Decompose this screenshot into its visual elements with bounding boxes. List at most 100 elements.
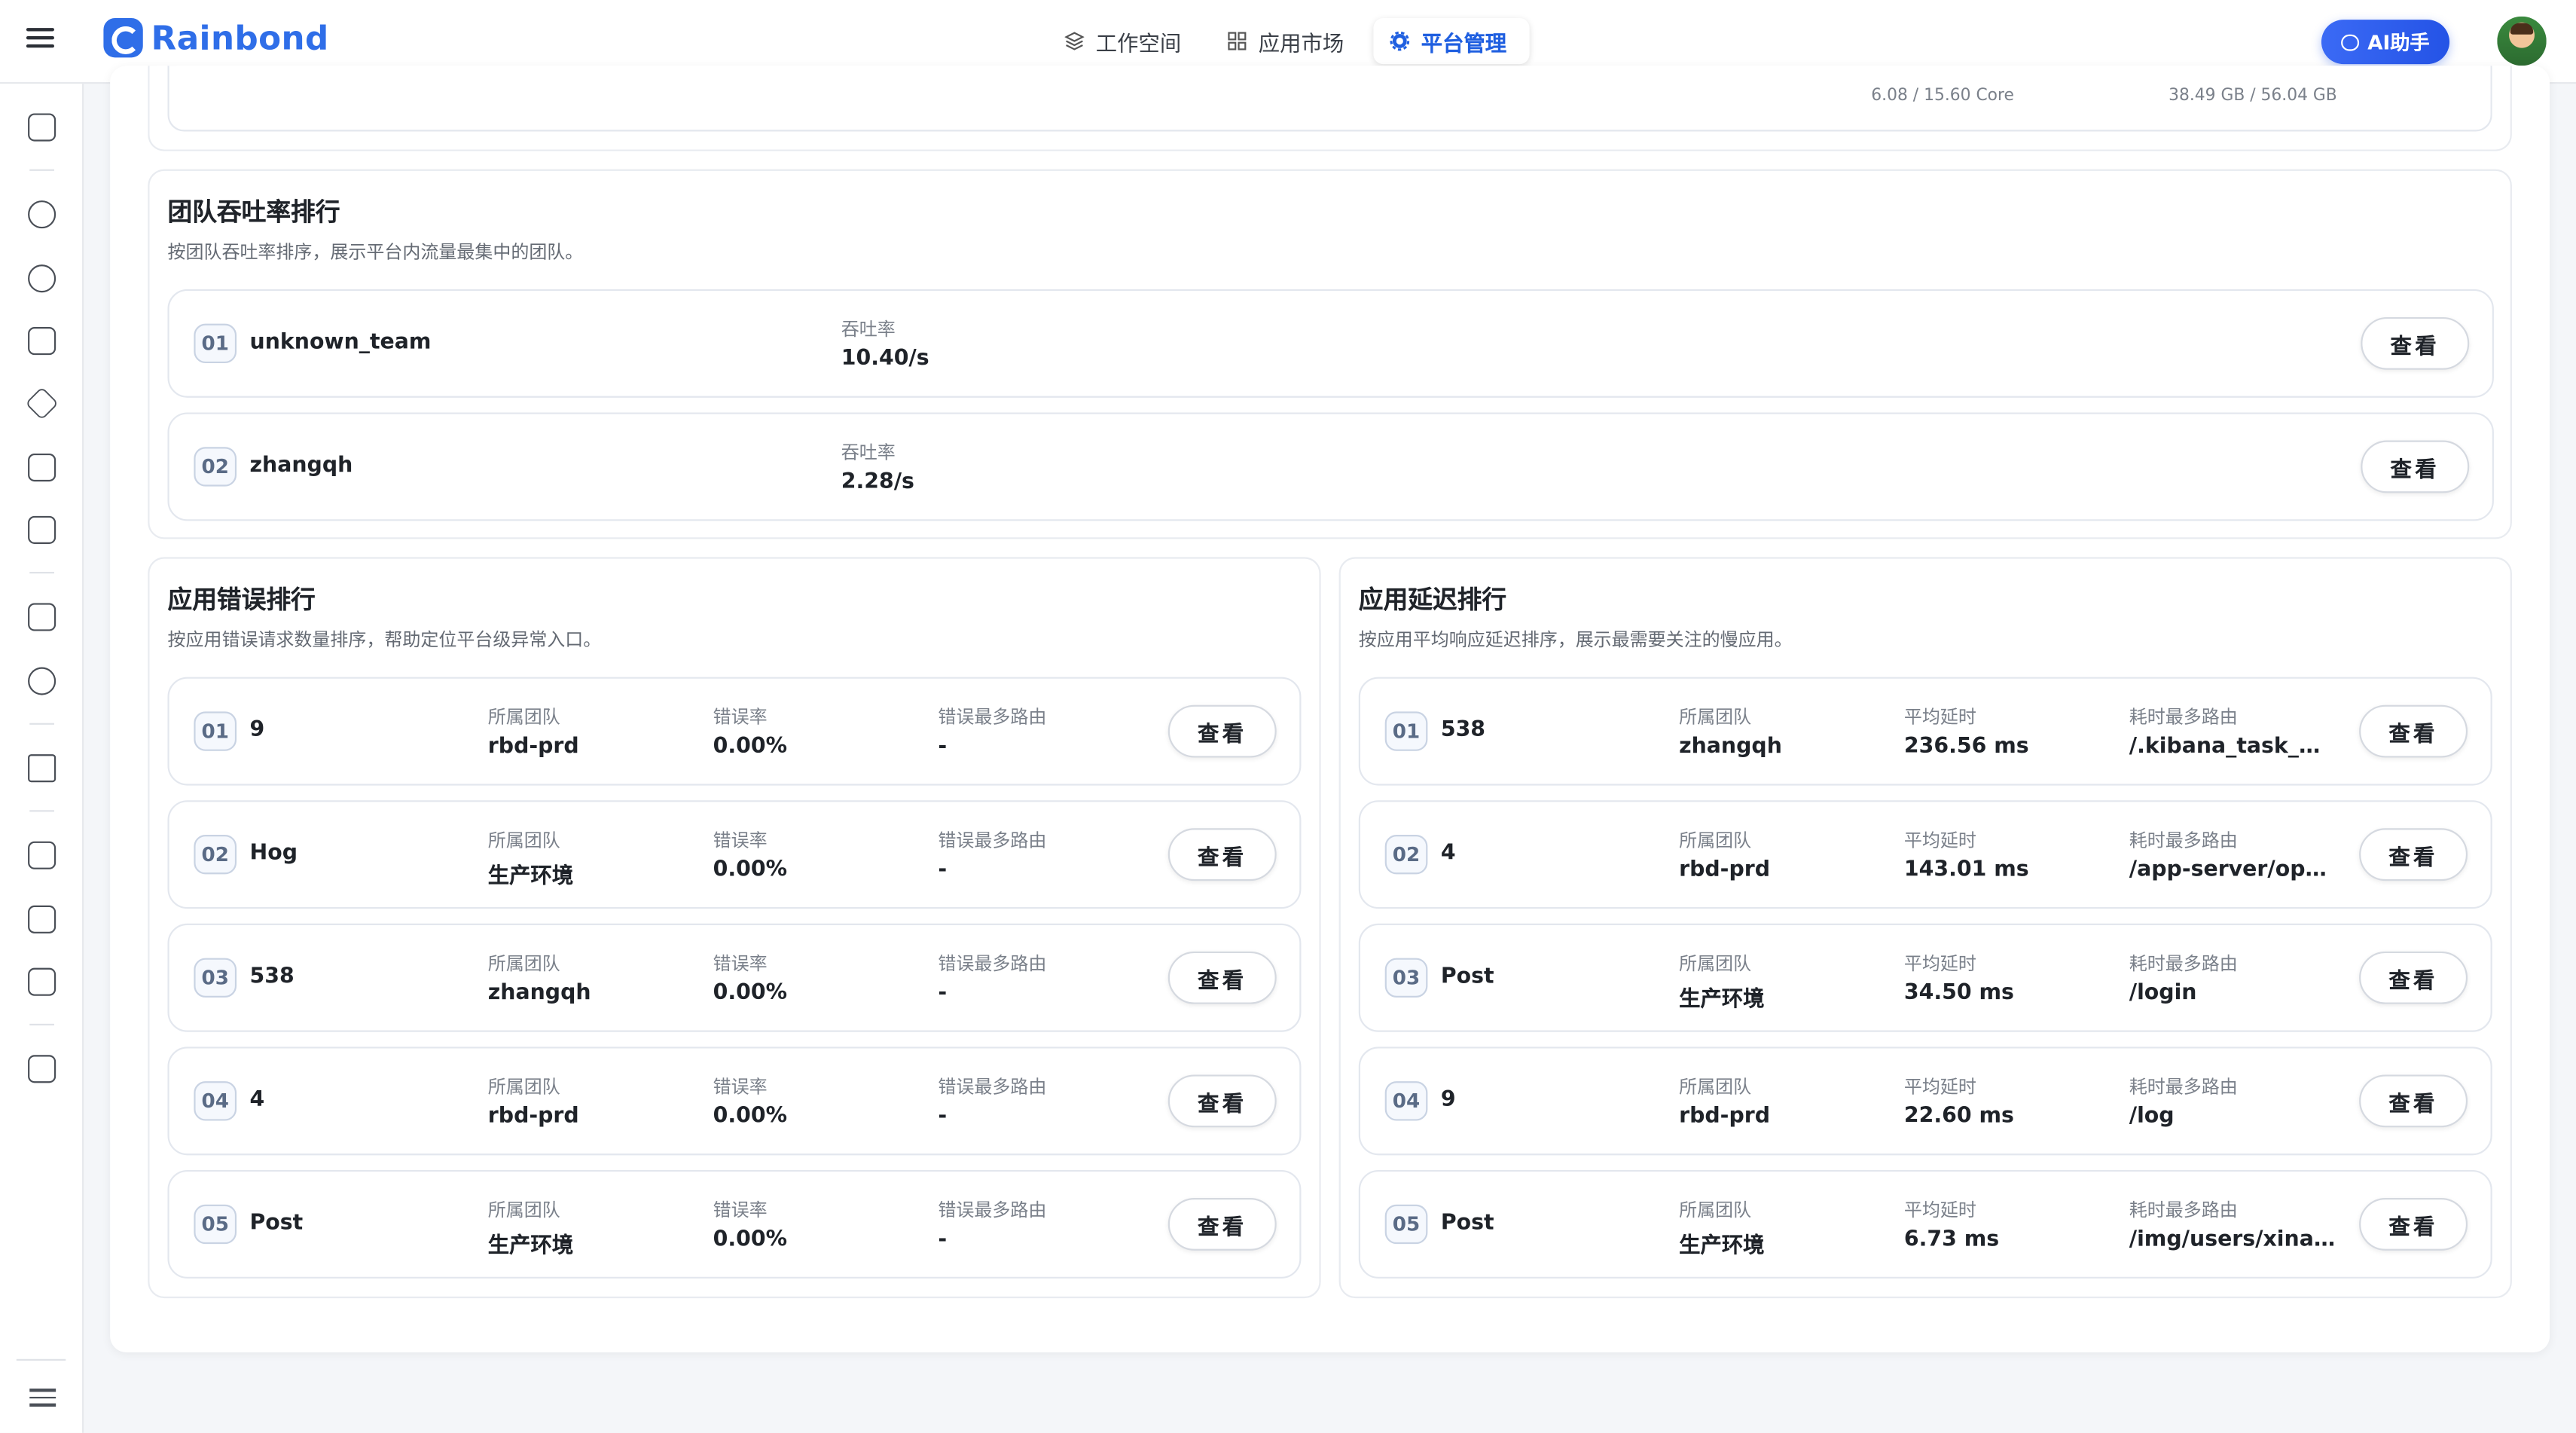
team-label: 所属团队 [487, 1199, 560, 1221]
route-label: 错误最多路由 [938, 830, 1047, 851]
settings-icon[interactable] [28, 667, 56, 695]
list-item: 01 9 所属团队 rbd-prd 错误率 0.00% 错误最多路由 - 查看 [167, 677, 1302, 786]
cpu-usage: 6.08 / 15.60 Core [1871, 87, 2014, 105]
app-name: 4 [249, 1087, 265, 1113]
layers-icon[interactable] [25, 387, 59, 420]
nav-workspace[interactable]: 工作空间 [1048, 18, 1204, 64]
alert-icon[interactable] [28, 905, 56, 933]
view-button[interactable]: 查看 [2359, 828, 2468, 881]
view-button[interactable]: 查看 [2359, 1074, 2468, 1128]
collapse-sidebar-icon[interactable] [29, 1389, 56, 1412]
view-button[interactable]: 查看 [2359, 704, 2468, 758]
rank-badge: 05 [194, 1204, 237, 1245]
latency-label: 平均延时 [1903, 1199, 1976, 1221]
monitor-icon[interactable] [28, 113, 56, 142]
app-name: 4 [1440, 841, 1456, 866]
view-button[interactable]: 查看 [2361, 316, 2470, 370]
throughput-value: 10.40/s [841, 347, 929, 371]
route-value: /img/users/xinan... [2129, 1227, 2339, 1253]
app-name: 9 [1440, 1087, 1456, 1113]
throughput-panel: 团队吞吐率排行 按团队吞吐率排序，展示平台内流量最集中的团队。 01 unkno… [148, 169, 2512, 539]
ai-assistant-button[interactable]: AI助手 [2321, 20, 2450, 65]
view-button[interactable]: 查看 [2359, 1198, 2468, 1251]
error-rate-label: 错误率 [713, 1199, 768, 1221]
route-label: 耗时最多路由 [2129, 1076, 2238, 1098]
nav-market[interactable]: 应用市场 [1211, 18, 1367, 64]
team-value: rbd-prd [487, 1104, 579, 1129]
rank-badge: 01 [194, 711, 237, 751]
user-icon[interactable] [28, 327, 56, 356]
view-button[interactable]: 查看 [1167, 1074, 1277, 1128]
list-item: 05 Post 所属团队 生产环境 平均延时 6.73 ms 耗时最多路由/img/user… [1358, 1169, 2492, 1279]
route-value: - [938, 981, 948, 1006]
latency-label: 平均延时 [1903, 953, 1976, 975]
sidebar-divider [29, 572, 54, 574]
package-icon[interactable] [28, 1055, 56, 1083]
list-icon[interactable] [28, 603, 56, 631]
team-label: 所属团队 [1679, 1076, 1752, 1098]
team-value: 生产环境 [1679, 987, 1765, 1013]
team-value: zhangqh [487, 981, 591, 1006]
avatar[interactable] [2497, 16, 2547, 66]
app-name: Post [1440, 964, 1494, 990]
rank-badge: 04 [1384, 1081, 1428, 1121]
route-label: 耗时最多路由 [2129, 830, 2238, 851]
nav-platform[interactable]: 平台管理 [1373, 17, 1530, 65]
layers-icon [1064, 32, 1085, 50]
route-label: 耗时最多路由 [2129, 953, 2238, 975]
route-value: /app-server/open... [2129, 857, 2339, 883]
route-value: - [938, 1104, 948, 1129]
error-rate-value: 0.00% [713, 981, 787, 1006]
menu-icon[interactable] [23, 23, 60, 60]
rank-badge: 01 [1384, 711, 1428, 751]
route-value: - [938, 734, 948, 759]
document-icon[interactable] [28, 453, 56, 482]
view-button[interactable]: 查看 [1167, 704, 1277, 758]
content-card: 6.08 / 15.60 Core 38.49 GB / 56.04 GB 团队… [110, 66, 2550, 1353]
team-label: 所属团队 [487, 706, 560, 729]
logo-text: Rainbond [151, 17, 329, 58]
team-value: 生产环境 [487, 864, 574, 889]
logo[interactable]: Rainbond [103, 17, 329, 58]
main-nav: 工作空间 应用市场 平台管理 [1048, 17, 1530, 65]
resource-strip: 6.08 / 15.60 Core 38.49 GB / 56.04 GB [148, 66, 2512, 151]
latency-value: 34.50 ms [1903, 981, 2014, 1006]
edit-document-icon[interactable] [28, 515, 56, 544]
team-label: 所属团队 [1679, 706, 1752, 729]
error-rate-label: 错误率 [713, 706, 768, 729]
latency-label: 平均延时 [1903, 706, 1976, 729]
throughput-value: 2.28/s [841, 469, 914, 495]
route-value: - [938, 857, 948, 883]
team-name: zhangqh [249, 453, 353, 478]
cluster-icon[interactable] [28, 200, 56, 229]
view-button[interactable]: 查看 [2361, 440, 2470, 493]
route-label: 错误最多路由 [938, 1199, 1047, 1221]
rank-badge: 02 [194, 447, 237, 487]
latency-value: 143.01 ms [1903, 857, 2029, 883]
team-label: 所属团队 [1679, 830, 1752, 851]
view-button[interactable]: 查看 [1167, 951, 1277, 1004]
view-button[interactable]: 查看 [1167, 828, 1277, 881]
log-icon[interactable] [28, 967, 56, 996]
metric-label: 吞吐率 [841, 319, 896, 341]
broadcast-icon[interactable] [28, 841, 56, 869]
rank-badge: 04 [194, 1081, 237, 1121]
metric-label: 吞吐率 [841, 442, 896, 464]
view-button[interactable]: 查看 [1167, 1198, 1277, 1251]
route-label: 耗时最多路由 [2129, 706, 2238, 729]
rank-badge: 01 [194, 323, 237, 364]
list-item: 01 538 所属团队 zhangqh 平均延时 236.56 ms 耗时最多路由 /.kib… [1358, 677, 2492, 786]
team-icon[interactable] [28, 264, 56, 293]
error-panel: 应用错误排行 按应用错误请求数量排序，帮助定位平台级异常入口。 01 9 所属团队 r… [148, 557, 1321, 1299]
sidebar-divider [29, 810, 54, 812]
error-rate-label: 错误率 [713, 1076, 768, 1098]
route-value: /login [2129, 981, 2197, 1006]
panel-title: 应用延迟排行 [1358, 585, 1507, 615]
error-rate-value: 0.00% [713, 1104, 787, 1129]
app-name: Hog [249, 841, 298, 866]
view-button[interactable]: 查看 [2359, 951, 2468, 1004]
ai-icon[interactable] [28, 754, 56, 783]
error-rate-value: 0.00% [713, 1227, 787, 1253]
sidebar-divider [16, 1358, 66, 1361]
route-value: /.kibana_task_m... [2129, 734, 2339, 759]
